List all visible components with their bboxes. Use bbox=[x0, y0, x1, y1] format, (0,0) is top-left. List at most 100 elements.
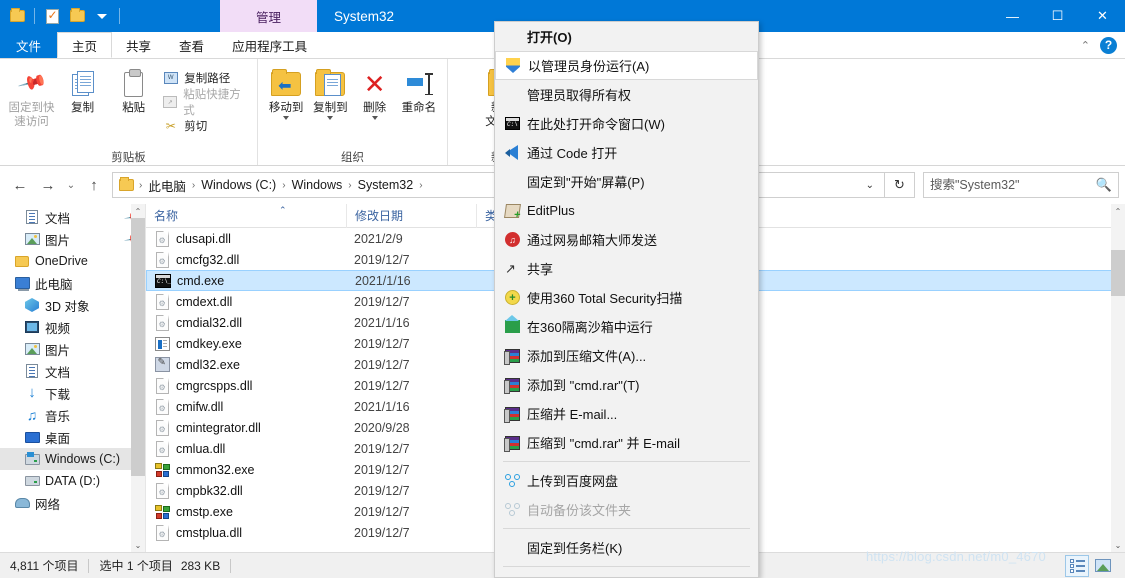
column-header-name[interactable]: 名称 ⌃ bbox=[146, 204, 346, 228]
copy-path-button[interactable]: W 复制路径 bbox=[159, 69, 251, 87]
delete-button[interactable]: ✕ 删除 bbox=[353, 63, 397, 120]
qat-new-folder-icon[interactable] bbox=[66, 5, 88, 27]
nav-item-13[interactable]: 网络 bbox=[0, 492, 145, 514]
context-menu-item-7[interactable]: ♫ 通过网易邮箱大师发送 bbox=[495, 225, 758, 254]
context-menu-item-14[interactable]: 压缩到 "cmd.rar" 并 E-mail bbox=[495, 428, 758, 457]
nav-item-10[interactable]: 桌面 bbox=[0, 426, 145, 448]
qat-customize-caret-icon[interactable] bbox=[91, 5, 113, 27]
nav-item-9[interactable]: ♫ 音乐 bbox=[0, 404, 145, 426]
close-button[interactable]: ✕ bbox=[1080, 0, 1125, 32]
context-menu-item-label: 通过网易邮箱大师发送 bbox=[527, 233, 658, 248]
context-menu-item-6[interactable]: EditPlus bbox=[495, 196, 758, 225]
context-menu-item-18[interactable]: 通过QQ发送到 bbox=[495, 571, 758, 577]
forward-button[interactable]: → bbox=[34, 171, 62, 199]
context-menu-item-3[interactable]: C:\ 在此处打开命令窗口(W) bbox=[495, 109, 758, 138]
refresh-button[interactable]: ↻ bbox=[885, 172, 915, 198]
back-button[interactable]: ← bbox=[6, 171, 34, 199]
tab-application-tools[interactable]: 应用程序工具 bbox=[218, 32, 321, 58]
file-name-label: cmstplua.dll bbox=[176, 525, 242, 540]
nav-item-5[interactable]: 视频 bbox=[0, 316, 145, 338]
context-menu-item-9[interactable]: + 使用360 Total Security扫描 bbox=[495, 283, 758, 312]
minimize-button[interactable]: — bbox=[990, 0, 1035, 32]
move-to-button[interactable]: ⬅ 移动到 bbox=[264, 63, 308, 120]
qat-divider bbox=[34, 8, 35, 24]
paste-button[interactable]: 粘贴 bbox=[108, 63, 159, 115]
nav-scroll-down-icon[interactable]: ⌄ bbox=[131, 538, 145, 552]
copy-button[interactable]: 复制 bbox=[57, 63, 108, 115]
rename-icon bbox=[404, 67, 434, 101]
search-input[interactable] bbox=[930, 178, 1096, 192]
file-list-scrollbar[interactable]: ⌃ ⌄ bbox=[1111, 204, 1125, 552]
breadcrumb-dropdown-caret-icon[interactable]: ⌄ bbox=[858, 180, 882, 191]
paste-shortcut-button[interactable]: ↗ 粘贴快捷方式 bbox=[159, 89, 251, 117]
breadcrumb-item-windows-c[interactable]: Windows (C:) bbox=[196, 174, 281, 196]
thumbnails-view-button[interactable] bbox=[1091, 555, 1115, 577]
nav-item-11[interactable]: Windows (C:) bbox=[0, 448, 145, 470]
context-menu-item-5[interactable]: 固定到"开始"屏幕(P) bbox=[495, 167, 758, 196]
recent-locations-button[interactable]: ⌄ bbox=[62, 171, 80, 199]
tab-file[interactable]: 文件 bbox=[0, 32, 58, 58]
help-icon[interactable]: ? bbox=[1100, 36, 1117, 54]
file-name-cell: ⚙ cmlua.dll bbox=[146, 440, 346, 457]
nav-item-label: OneDrive bbox=[35, 254, 88, 268]
context-menu-item-10[interactable]: 在360隔离沙箱中运行 bbox=[495, 312, 758, 341]
context-menu-separator bbox=[503, 566, 750, 567]
context-menu-item-label: 添加到 "cmd.rar"(T) bbox=[527, 378, 640, 393]
context-menu-item-4[interactable]: 通过 Code 打开 bbox=[495, 138, 758, 167]
up-button[interactable]: ↑ bbox=[80, 171, 108, 199]
copy-to-dropdown-caret-icon[interactable] bbox=[327, 116, 334, 120]
nav-item-7[interactable]: 文档 bbox=[0, 360, 145, 382]
nav-item-4[interactable]: 3D 对象 bbox=[0, 294, 145, 316]
copy-to-button[interactable]: 复制到 bbox=[308, 63, 352, 120]
nav-scroll-up-icon[interactable]: ⌃ bbox=[131, 204, 145, 218]
nav-item-12[interactable]: DATA (D:) bbox=[0, 470, 145, 492]
file-scroll-down-icon[interactable]: ⌄ bbox=[1111, 538, 1125, 552]
move-to-dropdown-caret-icon[interactable] bbox=[283, 116, 290, 120]
breadcrumb-item-system32[interactable]: System32 bbox=[353, 174, 419, 196]
breadcrumb-item-windows[interactable]: Windows bbox=[287, 174, 348, 196]
qat-properties-icon[interactable] bbox=[41, 5, 63, 27]
qat-folder-icon[interactable] bbox=[6, 5, 28, 27]
nav-item-6[interactable]: 图片 bbox=[0, 338, 145, 360]
collapse-ribbon-icon[interactable]: ⌃ bbox=[1081, 39, 1090, 52]
pin-to-quick-access-button[interactable]: 📌 固定到快 速访问 bbox=[6, 63, 57, 129]
maximize-button[interactable]: ☐ bbox=[1035, 0, 1080, 32]
nav-item-8[interactable]: ↓ 下载 bbox=[0, 382, 145, 404]
nav-item-2[interactable]: OneDrive bbox=[0, 250, 145, 272]
file-name-cell: cmdkey.exe bbox=[146, 336, 346, 352]
context-menu-item-15[interactable]: 上传到百度网盘 bbox=[495, 466, 758, 495]
rename-button[interactable]: 重命名 bbox=[397, 63, 441, 115]
details-view-button[interactable] bbox=[1065, 554, 1089, 577]
file-scroll-up-icon[interactable]: ⌃ bbox=[1111, 204, 1125, 218]
nav-scroll-thumb[interactable] bbox=[131, 218, 145, 476]
file-scroll-thumb[interactable] bbox=[1111, 250, 1125, 296]
context-menu-item-1[interactable]: 以管理员身份运行(A) bbox=[495, 51, 758, 80]
context-menu-item-0[interactable]: 打开(O) bbox=[495, 22, 758, 51]
onedrive-folder-icon bbox=[14, 253, 30, 269]
contextual-tab-manage[interactable]: 管理 bbox=[220, 0, 317, 32]
context-menu-item-2[interactable]: 管理员取得所有权 bbox=[495, 80, 758, 109]
nav-item-3[interactable]: 此电脑 bbox=[0, 272, 145, 294]
delete-dropdown-caret-icon[interactable] bbox=[371, 116, 378, 120]
dll-file-icon: ⚙ bbox=[154, 419, 170, 436]
context-menu-item-11[interactable]: 添加到压缩文件(A)... bbox=[495, 341, 758, 370]
contextual-tab-label: 管理 bbox=[255, 10, 281, 25]
file-name-cell: ⚙ cmdext.dll bbox=[146, 293, 346, 310]
navigation-scrollbar[interactable]: ⌃ ⌄ bbox=[131, 204, 145, 552]
tab-home[interactable]: 主页 bbox=[57, 32, 113, 58]
cut-button[interactable]: ✂ 剪切 bbox=[159, 117, 251, 135]
column-header-date[interactable]: 修改日期 bbox=[346, 204, 476, 228]
context-menu-item-13[interactable]: 压缩并 E-mail... bbox=[495, 399, 758, 428]
tab-share[interactable]: 共享 bbox=[112, 32, 165, 58]
search-box[interactable]: 🔍 bbox=[923, 172, 1119, 198]
search-icon[interactable]: 🔍 bbox=[1096, 177, 1112, 193]
nav-item-0[interactable]: 文档📌 bbox=[0, 206, 145, 228]
context-menu-item-12[interactable]: 添加到 "cmd.rar"(T) bbox=[495, 370, 758, 399]
nav-item-label: 此电脑 bbox=[35, 277, 73, 292]
tab-view[interactable]: 查看 bbox=[165, 32, 218, 58]
nav-item-1[interactable]: 图片📌 bbox=[0, 228, 145, 250]
context-menu-item-8[interactable]: ↗ 共享 bbox=[495, 254, 758, 283]
context-menu-item-17[interactable]: 固定到任务栏(K) bbox=[495, 533, 758, 562]
breadcrumb-item-this-pc[interactable]: 此电脑 bbox=[143, 174, 191, 196]
network-exe-icon bbox=[154, 462, 170, 478]
